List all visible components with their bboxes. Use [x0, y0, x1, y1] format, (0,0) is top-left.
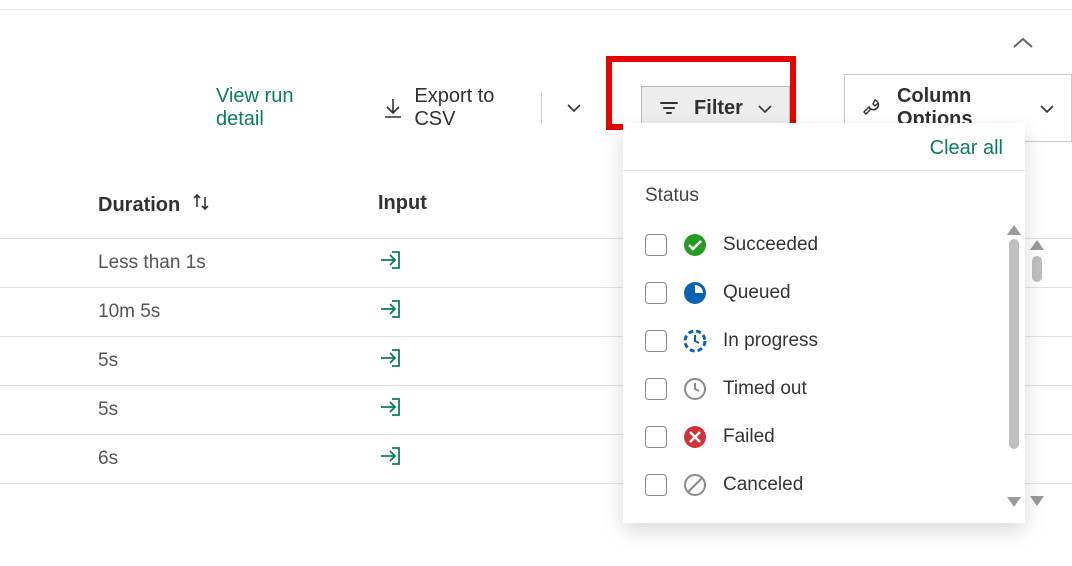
export-dropdown-caret[interactable]	[566, 103, 582, 113]
status-icon	[683, 425, 707, 449]
export-csv-label: Export to CSV	[414, 85, 521, 131]
view-input-button[interactable]	[280, 298, 580, 326]
view-input-button[interactable]	[280, 445, 580, 473]
checkbox[interactable]	[645, 234, 667, 256]
filter-section-title: Status	[623, 171, 1025, 217]
clear-all-link[interactable]: Clear all	[930, 137, 1003, 160]
column-header-duration-label: Duration	[98, 194, 180, 217]
view-input-button[interactable]	[280, 347, 580, 375]
checkbox[interactable]	[645, 474, 667, 496]
column-header-input[interactable]: Input	[280, 192, 580, 218]
cell-duration: 10m 5s	[0, 301, 280, 323]
filter-option[interactable]: Canceled	[645, 461, 1007, 509]
view-run-detail-link[interactable]: View run detail	[216, 85, 331, 131]
filter-option[interactable]: Timed out	[645, 365, 1007, 413]
status-icon	[683, 473, 707, 497]
filter-option[interactable]: Succeeded	[645, 221, 1007, 269]
cell-duration: 6s	[0, 448, 280, 470]
export-csv-button[interactable]: Export to CSV	[382, 85, 521, 131]
view-input-button[interactable]	[280, 396, 580, 424]
download-icon	[382, 97, 404, 119]
page-scrollbar[interactable]	[1030, 240, 1044, 506]
top-divider	[0, 9, 1072, 10]
sort-icon	[192, 192, 210, 218]
cell-duration: 5s	[0, 350, 280, 372]
scroll-down-icon[interactable]	[1007, 497, 1021, 507]
scroll-up-icon[interactable]	[1007, 225, 1021, 235]
checkbox[interactable]	[645, 330, 667, 352]
filter-option[interactable]: Queued	[645, 269, 1007, 317]
filter-panel: Clear all Status Succeeded Queued In pro…	[623, 123, 1025, 523]
filter-option-label: Timed out	[723, 378, 807, 400]
filter-label: Filter	[694, 97, 743, 120]
cell-duration: 5s	[0, 399, 280, 421]
filter-option[interactable]: In progress	[645, 317, 1007, 365]
filter-option-label: Queued	[723, 282, 791, 304]
filter-option-label: In progress	[723, 330, 818, 352]
column-header-duration[interactable]: Duration	[0, 192, 280, 218]
filter-option[interactable]: Failed	[645, 413, 1007, 461]
wrench-icon	[861, 97, 883, 119]
chevron-down-icon	[1039, 97, 1055, 120]
scroll-thumb[interactable]	[1032, 256, 1042, 282]
cell-duration: Less than 1s	[0, 252, 280, 274]
filter-option-label: Failed	[723, 426, 775, 448]
separator	[541, 93, 542, 123]
checkbox[interactable]	[645, 426, 667, 448]
filter-option-label: Succeeded	[723, 234, 818, 256]
status-icon	[683, 233, 707, 257]
chevron-down-icon	[757, 97, 773, 120]
panel-scrollbar[interactable]	[1007, 225, 1021, 507]
checkbox[interactable]	[645, 282, 667, 304]
checkbox[interactable]	[645, 378, 667, 400]
status-icon	[683, 377, 707, 401]
view-input-button[interactable]	[280, 249, 580, 277]
filter-option-label: Canceled	[723, 474, 803, 496]
scroll-up-icon[interactable]	[1030, 240, 1044, 250]
status-icon	[683, 281, 707, 305]
column-header-input-label: Input	[378, 192, 427, 214]
filter-icon	[658, 97, 680, 119]
status-icon	[683, 329, 707, 353]
collapse-caret-icon[interactable]	[1012, 36, 1034, 50]
scroll-down-icon[interactable]	[1030, 496, 1044, 506]
scroll-thumb[interactable]	[1009, 239, 1019, 449]
filter-options-list: Succeeded Queued In progress Timed out F…	[623, 217, 1025, 527]
